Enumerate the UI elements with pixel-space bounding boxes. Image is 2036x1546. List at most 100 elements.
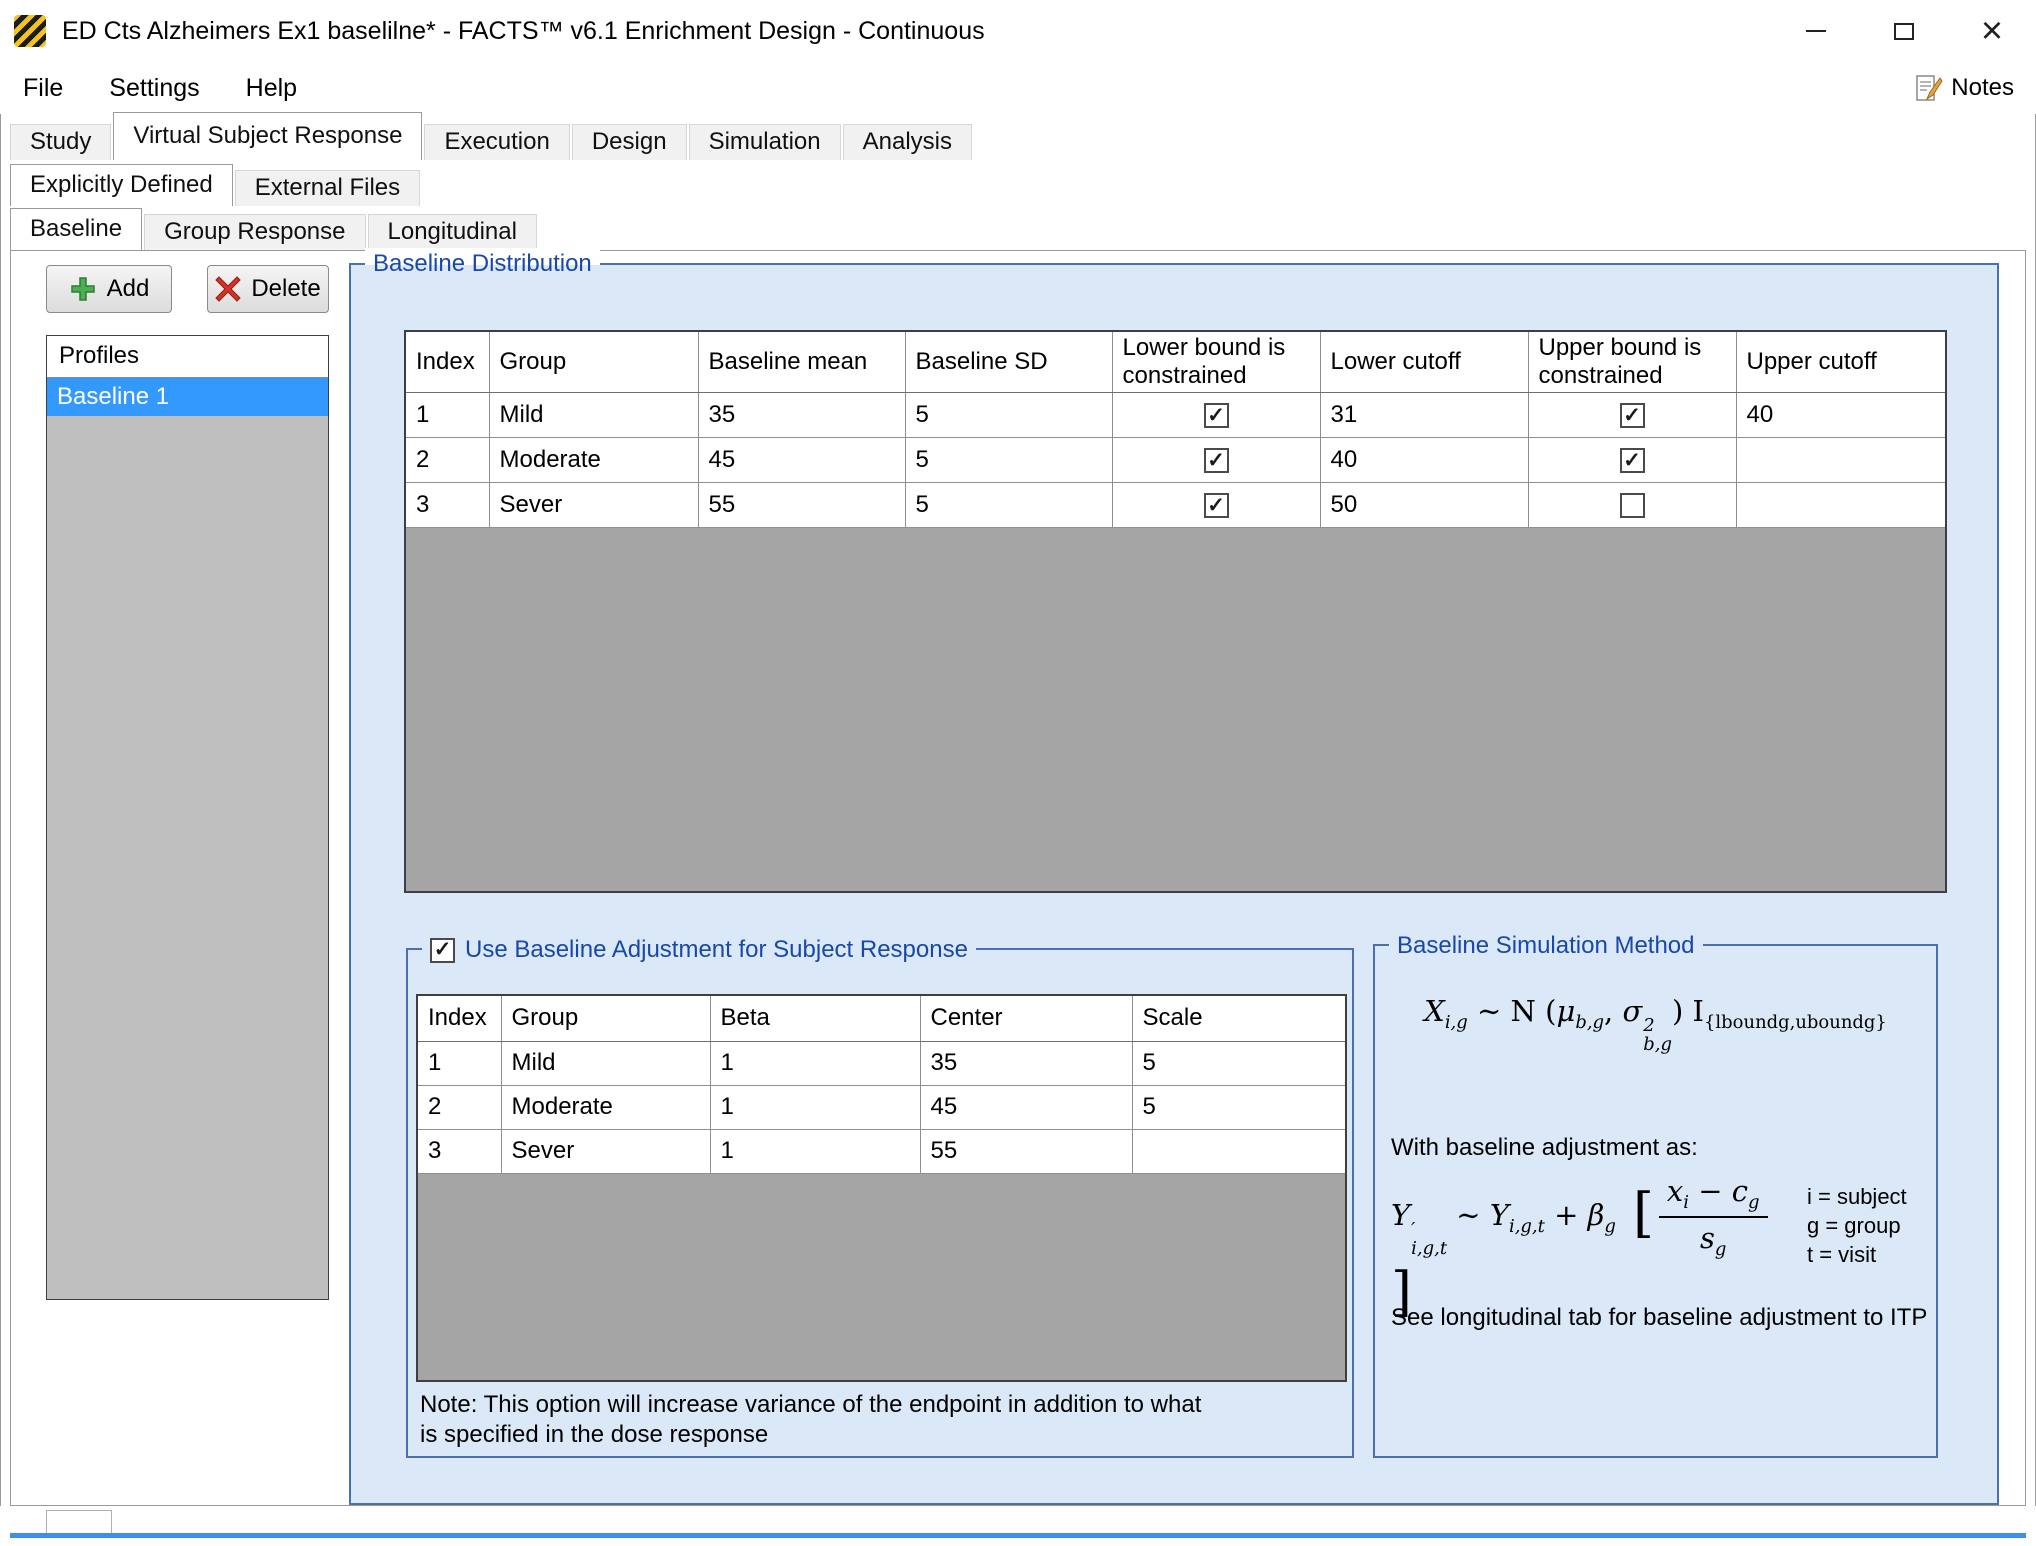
tab-baseline[interactable]: Baseline xyxy=(10,208,142,250)
cell-group[interactable]: Mild xyxy=(489,393,698,438)
col-header-beta[interactable]: Beta xyxy=(710,996,920,1041)
cell-index[interactable]: 3 xyxy=(406,483,489,528)
formula-legend: i = subject g = group t = visit xyxy=(1807,1182,1907,1269)
cell-lower-cutoff[interactable]: 31 xyxy=(1320,393,1528,438)
notes-icon xyxy=(1913,73,1943,103)
tab-virtual-subject-response[interactable]: Virtual Subject Response xyxy=(113,112,422,160)
col-header-index[interactable]: Index xyxy=(418,996,501,1041)
upper-constrained-checkbox[interactable] xyxy=(1620,493,1645,518)
use-baseline-adjustment-checkbox[interactable] xyxy=(430,938,455,963)
tab-external-files[interactable]: External Files xyxy=(235,170,420,206)
window-controls: × xyxy=(1772,0,2036,62)
window-bottom-strip xyxy=(0,1506,2036,1546)
table-row: 2 Moderate 45 5 40 50 xyxy=(406,438,1945,483)
legend-group: g = group xyxy=(1807,1211,1907,1240)
app-icon xyxy=(14,15,46,47)
cell-lower-constrained xyxy=(1112,438,1320,483)
cell-scale[interactable]: 5 xyxy=(1132,1041,1345,1085)
lower-constrained-checkbox[interactable] xyxy=(1204,403,1229,428)
tab-design[interactable]: Design xyxy=(572,124,687,160)
cell-index[interactable]: 3 xyxy=(418,1129,501,1173)
baseline-tab-page: Add Delete Profiles Baseline 1 Baseline … xyxy=(10,250,2026,1506)
cell-baseline-sd[interactable]: 5 xyxy=(905,438,1112,483)
tab-group-response[interactable]: Group Response xyxy=(144,214,365,250)
col-header-upper-cutoff[interactable]: Upper cutoff xyxy=(1736,332,1945,393)
cell-upper-cutoff[interactable]: 40 xyxy=(1736,393,1945,438)
cell-beta[interactable]: 1 xyxy=(710,1085,920,1129)
baseline-distribution-table: Index Group Baseline mean Baseline SD Lo… xyxy=(406,332,1946,528)
cell-beta[interactable]: 1 xyxy=(710,1041,920,1085)
upper-constrained-checkbox[interactable] xyxy=(1620,448,1645,473)
col-header-lower-bound-constrained[interactable]: Lower bound is constrained xyxy=(1112,332,1320,393)
menu-help[interactable]: Help xyxy=(223,68,320,109)
menu-file[interactable]: File xyxy=(0,68,86,109)
close-button[interactable]: × xyxy=(1948,0,2036,62)
upper-constrained-checkbox[interactable] xyxy=(1620,403,1645,428)
cell-center[interactable]: 55 xyxy=(920,1129,1132,1173)
simulation-footnote: See longitudinal tab for baseline adjust… xyxy=(1391,1304,1927,1332)
baseline-distribution-formula: Xi,g ∼ N (μb,g, σ2b,g) I{lboundg,uboundg… xyxy=(1375,994,1936,1055)
cell-group[interactable]: Moderate xyxy=(501,1085,710,1129)
cell-group[interactable]: Sever xyxy=(501,1129,710,1173)
cell-lower-cutoff[interactable]: 40 xyxy=(1320,438,1528,483)
cell-lower-cutoff[interactable]: 50 xyxy=(1320,483,1528,528)
cell-baseline-sd[interactable]: 5 xyxy=(905,483,1112,528)
tab-simulation[interactable]: Simulation xyxy=(689,124,841,160)
cell-beta[interactable]: 1 xyxy=(710,1129,920,1173)
baseline-simulation-method-group: Baseline Simulation Method Xi,g ∼ N (μb,… xyxy=(1373,944,1938,1458)
minimize-button[interactable] xyxy=(1772,0,1860,62)
title-bar: ED Cts Alzheimers Ex1 baselilne* - FACTS… xyxy=(0,0,2036,62)
adjustment-intro-text: With baseline adjustment as: xyxy=(1391,1134,1698,1162)
cell-baseline-mean[interactable]: 45 xyxy=(698,438,905,483)
col-header-index[interactable]: Index xyxy=(406,332,489,393)
lower-constrained-checkbox[interactable] xyxy=(1204,448,1229,473)
tab-study[interactable]: Study xyxy=(10,124,111,160)
delete-button[interactable]: Delete xyxy=(207,265,329,313)
cell-scale[interactable]: 5 xyxy=(1132,1085,1345,1129)
notes-button[interactable]: Notes xyxy=(1913,73,2014,103)
cell-upper-cutoff-selected[interactable]: 50 xyxy=(1736,438,1945,483)
col-header-baseline-sd[interactable]: Baseline SD xyxy=(905,332,1112,393)
col-header-upper-bound-constrained[interactable]: Upper bound is constrained xyxy=(1528,332,1736,393)
cell-group[interactable]: Moderate xyxy=(489,438,698,483)
cell-baseline-sd[interactable]: 5 xyxy=(905,393,1112,438)
menu-settings[interactable]: Settings xyxy=(86,68,222,109)
cell-group[interactable]: Mild xyxy=(501,1041,710,1085)
cell-lower-constrained xyxy=(1112,393,1320,438)
legend-visit: t = visit xyxy=(1807,1240,1907,1269)
tab-longitudinal[interactable]: Longitudinal xyxy=(368,214,537,250)
col-header-group[interactable]: Group xyxy=(501,996,710,1041)
table-row: 3 Sever 55 5 50 xyxy=(406,483,1945,528)
app-window: ED Cts Alzheimers Ex1 baselilne* - FACTS… xyxy=(0,0,2036,1546)
col-header-scale[interactable]: Scale xyxy=(1132,996,1345,1041)
red-x-icon xyxy=(215,276,241,302)
tab-explicitly-defined[interactable]: Explicitly Defined xyxy=(10,164,233,206)
profile-item-baseline-1[interactable]: Baseline 1 xyxy=(47,378,328,416)
baseline-adjustment-title: Use Baseline Adjustment for Subject Resp… xyxy=(465,934,968,966)
cell-group[interactable]: Sever xyxy=(489,483,698,528)
maximize-button[interactable] xyxy=(1860,0,1948,62)
tab-analysis[interactable]: Analysis xyxy=(843,124,972,160)
col-header-lower-cutoff[interactable]: Lower cutoff xyxy=(1320,332,1528,393)
delete-button-label: Delete xyxy=(251,275,320,303)
baseline-adjustment-formula: Y′i,g,t ∼ Yi,g,t + βg [xi − cgsg] xyxy=(1391,1174,1791,1323)
cell-upper-constrained xyxy=(1528,393,1736,438)
profiles-list: Profiles Baseline 1 xyxy=(46,335,329,1300)
cell-scale-selected[interactable]: 5 xyxy=(1132,1129,1345,1173)
lower-constrained-checkbox[interactable] xyxy=(1204,493,1229,518)
cell-index[interactable]: 1 xyxy=(418,1041,501,1085)
col-header-baseline-mean[interactable]: Baseline mean xyxy=(698,332,905,393)
cell-index[interactable]: 2 xyxy=(406,438,489,483)
cell-index[interactable]: 2 xyxy=(418,1085,501,1129)
col-header-center[interactable]: Center xyxy=(920,996,1132,1041)
baseline-adjustment-header: Use Baseline Adjustment for Subject Resp… xyxy=(422,933,976,967)
cell-center[interactable]: 35 xyxy=(920,1041,1132,1085)
cell-baseline-mean[interactable]: 35 xyxy=(698,393,905,438)
cell-index[interactable]: 1 xyxy=(406,393,489,438)
cell-center[interactable]: 45 xyxy=(920,1085,1132,1129)
tab-execution[interactable]: Execution xyxy=(424,124,569,160)
col-header-group[interactable]: Group xyxy=(489,332,698,393)
cell-baseline-mean[interactable]: 55 xyxy=(698,483,905,528)
baseline-distribution-group: Baseline Distribution Index Group Baseli… xyxy=(349,263,1999,1505)
add-button[interactable]: Add xyxy=(46,265,172,313)
